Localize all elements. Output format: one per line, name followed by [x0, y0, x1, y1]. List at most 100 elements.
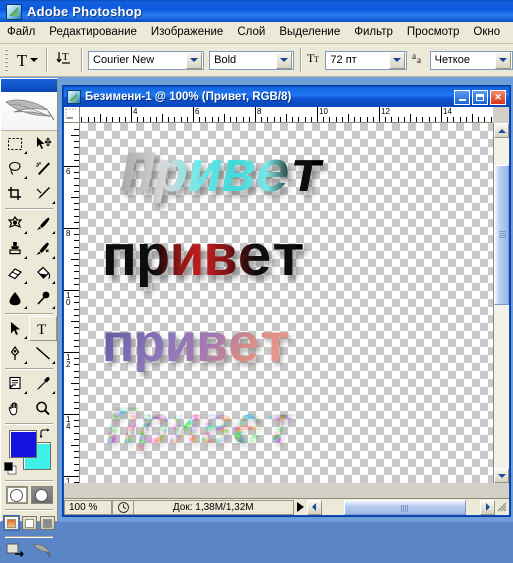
- ruler-tick: [74, 209, 79, 211]
- menu-item-filter[interactable]: Фильтр: [347, 24, 400, 41]
- ruler-label: 14: [443, 107, 452, 116]
- tool-healing-brush[interactable]: [1, 211, 29, 236]
- ruler-tick: [490, 117, 492, 122]
- ruler-tick: [74, 395, 79, 397]
- tool-clone-stamp[interactable]: [1, 236, 29, 261]
- foreground-color-swatch[interactable]: [9, 430, 37, 458]
- vertical-scrollbar[interactable]: [493, 123, 509, 483]
- photoshop-window: Adobe Photoshop Файл Редактирование Изоб…: [0, 0, 513, 557]
- ruler-tick: [74, 358, 79, 360]
- menu-bar: Файл Редактирование Изображение Слой Выд…: [0, 22, 513, 44]
- jump-to-imageready-icon[interactable]: [6, 541, 28, 562]
- resize-grip[interactable]: [495, 500, 509, 515]
- swap-colors-icon[interactable]: [39, 428, 51, 440]
- ruler-tick: [422, 117, 424, 122]
- status-menu-arrow[interactable]: [296, 502, 304, 512]
- standard-screen-mode-icon[interactable]: [2, 515, 20, 531]
- tool-path-selection[interactable]: [1, 316, 29, 341]
- tool-blur[interactable]: [1, 286, 29, 311]
- tool-notes[interactable]: [1, 371, 29, 396]
- menu-item-view[interactable]: Просмотр: [400, 24, 467, 41]
- ruler-tick: [74, 426, 79, 428]
- menu-item-image[interactable]: Изображение: [144, 24, 230, 41]
- chevron-down-icon[interactable]: [186, 51, 203, 69]
- full-screen-mode-icon[interactable]: [39, 516, 55, 530]
- quick-mask-modes: [1, 483, 57, 507]
- tool-eraser[interactable]: [1, 261, 29, 286]
- application-title: Adobe Photoshop: [27, 3, 142, 19]
- menu-item-layer[interactable]: Слой: [230, 24, 272, 41]
- horizontal-ruler[interactable]: 46810121416: [80, 107, 493, 123]
- ruler-tick: [74, 482, 79, 483]
- ruler-tick: [149, 117, 151, 122]
- menu-item-edit[interactable]: Редактирование: [42, 24, 144, 41]
- tool-paint-bucket[interactable]: [29, 261, 57, 286]
- tool-move[interactable]: [29, 131, 57, 156]
- tool-crop[interactable]: [1, 181, 29, 206]
- tool-line-shape[interactable]: [29, 341, 57, 366]
- ruler-tick: [74, 401, 79, 403]
- scroll-left-button[interactable]: [306, 499, 322, 515]
- flyout-triangle-icon: [49, 201, 55, 204]
- tool-dodge[interactable]: [29, 286, 57, 311]
- options-bar-grip[interactable]: [2, 47, 11, 73]
- document-title-bar[interactable]: Безимени-1 @ 100% (Привет, RGB/8) ✕: [64, 87, 509, 107]
- tool-preset-picker[interactable]: T: [15, 52, 40, 69]
- tool-slice[interactable]: [29, 181, 57, 206]
- zoom-level-field[interactable]: 100 %: [64, 499, 112, 515]
- menu-item-select[interactable]: Выделение: [272, 24, 347, 41]
- flyout-triangle-icon: [21, 256, 27, 259]
- chevron-down-icon[interactable]: [388, 51, 405, 69]
- default-colors-icon[interactable]: [4, 462, 17, 475]
- canvas-artwork: Привет привет привет Привет: [102, 144, 325, 460]
- menu-item-file[interactable]: Файл: [0, 24, 42, 41]
- ruler-corner[interactable]: [64, 107, 80, 123]
- ruler-label: 6: [66, 167, 71, 176]
- tool-marquee[interactable]: [1, 131, 29, 156]
- flyout-triangle-icon: [49, 361, 55, 364]
- ruler-tick: [155, 117, 157, 122]
- svg-text:T: T: [37, 322, 46, 337]
- vertical-scroll-thumb[interactable]: [494, 165, 509, 305]
- font-family-select[interactable]: Courier New: [88, 50, 205, 70]
- jump-to-icon[interactable]: [32, 541, 52, 562]
- tool-lasso[interactable]: [1, 156, 29, 181]
- scroll-down-button[interactable]: [494, 468, 509, 483]
- canvas[interactable]: Привет привет привет Привет: [80, 123, 493, 483]
- toolbox-title-bar[interactable]: [1, 79, 57, 92]
- tool-brush[interactable]: [29, 211, 57, 236]
- standard-mode-icon[interactable]: [5, 486, 28, 504]
- timing-icon[interactable]: [112, 499, 134, 515]
- tool-history-brush[interactable]: [29, 236, 57, 261]
- vertical-ruler[interactable]: 6 8 1 0 1 2 1 4 1 6: [64, 123, 80, 483]
- close-icon[interactable]: ✕: [490, 89, 506, 105]
- text-orientation-icon[interactable]: T: [53, 49, 75, 72]
- chevron-down-icon[interactable]: [276, 51, 293, 69]
- minimize-icon[interactable]: [454, 89, 470, 105]
- tool-zoom[interactable]: [29, 396, 57, 421]
- horizontal-scroll-thumb[interactable]: [343, 499, 466, 515]
- font-style-value: Bold: [214, 54, 237, 66]
- maximize-icon[interactable]: [472, 89, 488, 105]
- tool-type[interactable]: T: [29, 316, 57, 341]
- quick-mask-mode-icon[interactable]: [30, 486, 53, 504]
- ruler-tick: [74, 345, 79, 347]
- full-screen-menubar-mode-icon[interactable]: [21, 516, 37, 530]
- chevron-down-icon[interactable]: [495, 51, 511, 69]
- ruler-tick: [391, 117, 393, 122]
- anti-alias-select[interactable]: Четкое: [429, 50, 513, 70]
- ruler-tick: [292, 117, 294, 122]
- menu-item-window[interactable]: Окно: [466, 24, 507, 41]
- tool-eyedropper[interactable]: [29, 371, 57, 396]
- tool-magic-wand[interactable]: [29, 156, 57, 181]
- scroll-right-button[interactable]: [480, 499, 495, 515]
- tool-pen[interactable]: [1, 341, 29, 366]
- scroll-up-button[interactable]: [494, 123, 509, 138]
- ruler-tick: [304, 117, 306, 122]
- font-size-select[interactable]: 72 пт: [325, 50, 407, 70]
- font-style-select[interactable]: Bold: [209, 50, 295, 70]
- horizontal-scrollbar[interactable]: [322, 499, 481, 515]
- tool-hand[interactable]: [1, 396, 29, 421]
- menu-item-help[interactable]: Справка: [507, 24, 513, 41]
- ruler-tick: [267, 117, 269, 122]
